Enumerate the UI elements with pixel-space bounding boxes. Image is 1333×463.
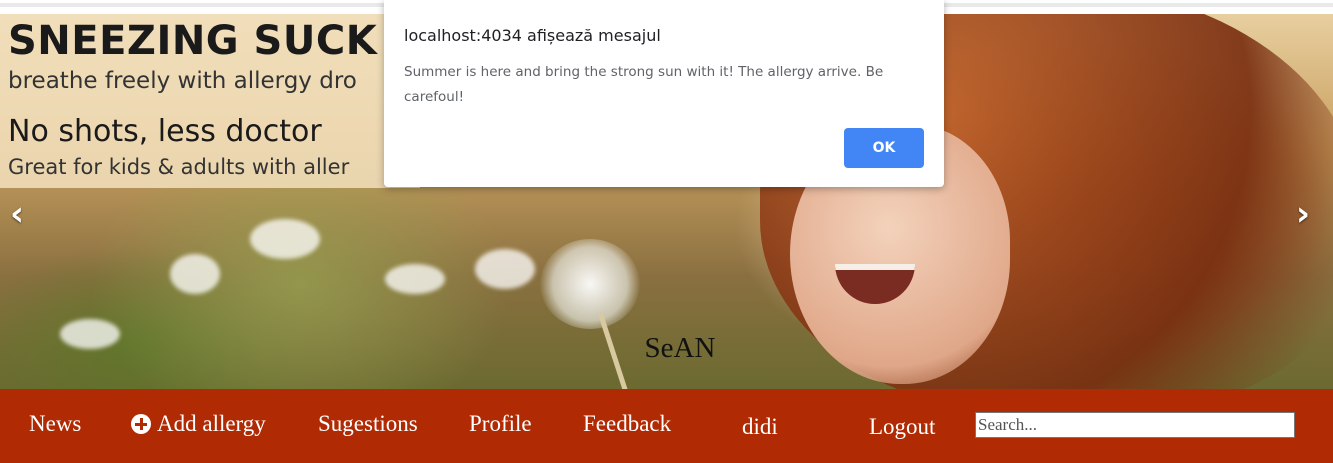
nav-item-news[interactable]: News (29, 411, 81, 437)
nav-item-label: News (29, 411, 82, 436)
alert-message: Summer is here and bring the strong sun … (404, 64, 884, 105)
banner-line-3: Great for kids & adults with aller (8, 155, 350, 179)
search-input[interactable] (975, 412, 1295, 438)
nav-item-label: Add allergy (157, 411, 266, 436)
nav-item-label: didi (742, 414, 778, 439)
slide-banner: SNEEZING SUCK breathe freely with allerg… (0, 14, 420, 188)
nav-item-label: Feedback (583, 411, 672, 436)
nav-item-profile[interactable]: Profile (469, 411, 532, 437)
slide-image-dandelion (540, 239, 640, 329)
main-navbar: News Add allergy Sugestions Profile Feed… (0, 389, 1333, 463)
banner-title: SNEEZING SUCK (8, 18, 378, 64)
alert-ok-button[interactable]: OK (844, 128, 924, 168)
nav-item-label: Sugestions (318, 411, 418, 436)
slide-image-fluff (250, 219, 320, 259)
nav-item-logout[interactable]: Logout (869, 414, 935, 440)
banner-subtitle: breathe freely with allergy dro (8, 68, 357, 94)
nav-item-label: Profile (469, 411, 532, 436)
slide-image-fluff (475, 249, 535, 289)
nav-item-sugestions[interactable]: Sugestions (318, 411, 418, 437)
nav-item-feedback[interactable]: Feedback (583, 411, 671, 437)
alert-dialog: localhost:4034 afișează mesajul Summer i… (384, 0, 944, 187)
plus-circle-icon (131, 414, 151, 434)
slide-image-fluff (385, 264, 445, 294)
carousel-caption: SeAN (644, 332, 716, 364)
slide-image-fluff (170, 254, 220, 294)
banner-line-2: No shots, less doctor (8, 114, 322, 149)
alert-title: localhost:4034 afișează mesajul (404, 26, 661, 45)
carousel-prev-icon[interactable]: ‹ (10, 194, 24, 234)
nav-item-label: Logout (869, 414, 936, 439)
carousel-next-icon[interactable]: › (1296, 194, 1310, 234)
nav-item-add-allergy[interactable]: Add allergy (131, 411, 266, 437)
nav-item-user[interactable]: didi (742, 414, 778, 440)
